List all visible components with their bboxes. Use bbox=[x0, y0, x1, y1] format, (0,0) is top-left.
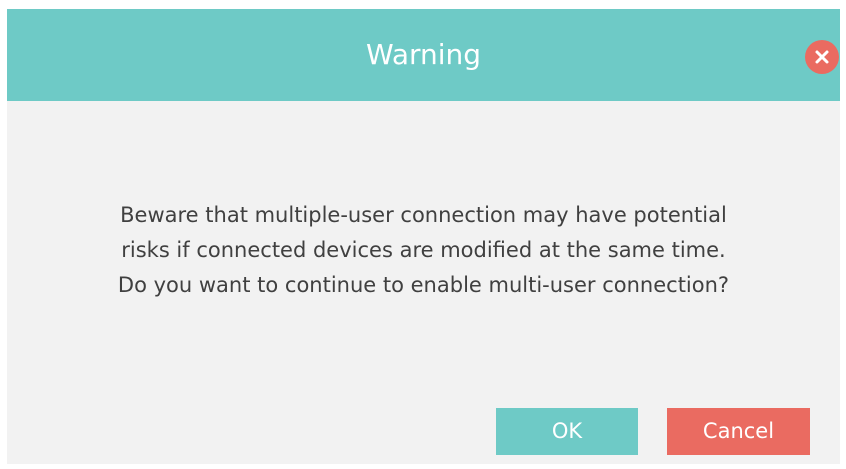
close-button[interactable] bbox=[805, 40, 839, 74]
message-line: Beware that multiple-user connection may… bbox=[120, 203, 727, 227]
dialog-title: Warning bbox=[365, 38, 482, 71]
message-line: risks if connected devices are modified … bbox=[121, 238, 726, 262]
message-line: Do you want to continue to enable multi-… bbox=[117, 273, 730, 297]
dialog-message: Beware that multiple-user connection may… bbox=[27, 198, 820, 303]
ok-button[interactable]: OK bbox=[496, 408, 638, 455]
cancel-button[interactable]: Cancel bbox=[667, 408, 810, 455]
close-icon bbox=[815, 50, 829, 64]
dialog-header: Warning bbox=[7, 9, 840, 101]
warning-dialog: Warning Beware that multiple-user connec… bbox=[7, 9, 840, 464]
